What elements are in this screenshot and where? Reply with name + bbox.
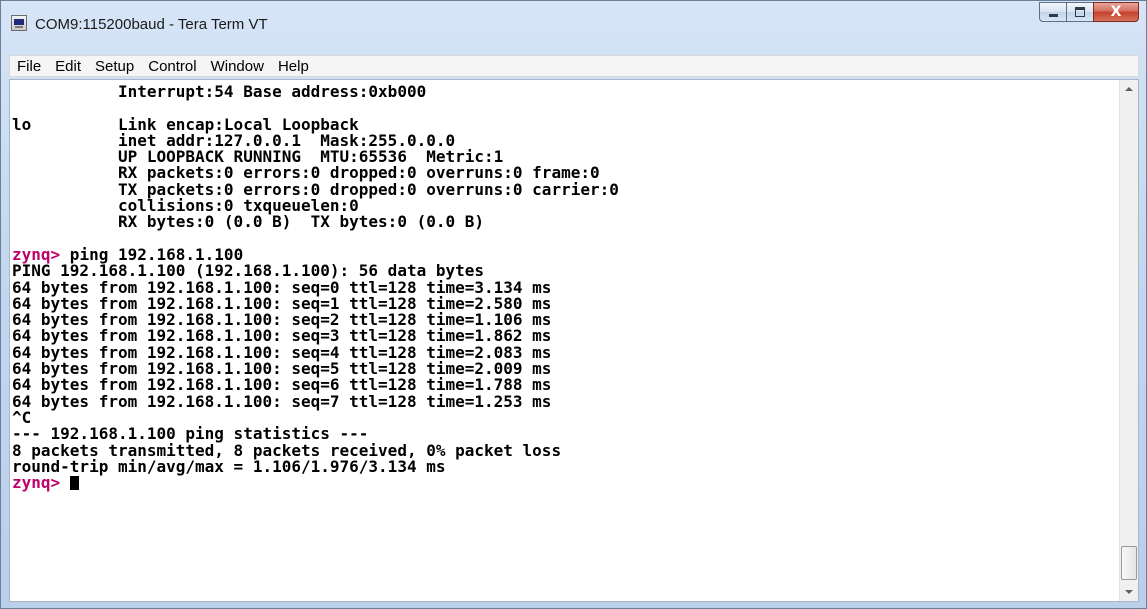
scroll-up-arrow-icon xyxy=(1125,87,1133,91)
terminal-line: zynq> xyxy=(12,473,1117,493)
menu-bar: File Edit Setup Control Window Help xyxy=(9,55,1139,77)
terminal-area[interactable]: Interrupt:54 Base address:0xb000 lo Link … xyxy=(9,79,1139,602)
scrollbar-thumb[interactable] xyxy=(1121,546,1137,580)
title-bar[interactable]: COM9:115200baud - Tera Term VT X xyxy=(1,1,1146,52)
maximize-icon xyxy=(1075,7,1085,17)
terminal-line-text: round-trip min/avg/max = 1.106/1.976/3.1… xyxy=(12,456,446,476)
window-title: COM9:115200baud - Tera Term VT xyxy=(35,16,268,33)
text-cursor xyxy=(69,476,79,491)
menu-control[interactable]: Control xyxy=(141,58,203,75)
terminal-line: RX bytes:0 (0.0 B) TX bytes:0 (0.0 B) xyxy=(12,214,1117,230)
terminal-line-text: 64 bytes from 192.168.1.100: seq=7 ttl=1… xyxy=(12,391,552,411)
terminal-line-text: RX bytes:0 (0.0 B) TX bytes:0 (0.0 B) xyxy=(12,212,485,232)
terminal-line-text: Interrupt:54 Base address:0xb000 xyxy=(12,82,427,101)
close-icon: X xyxy=(1110,4,1122,20)
terminal-output: Interrupt:54 Base address:0xb000 lo Link … xyxy=(12,82,1117,493)
menu-edit[interactable]: Edit xyxy=(48,58,88,75)
tera-term-window: COM9:115200baud - Tera Term VT X File Ed… xyxy=(0,0,1147,609)
scroll-down-button[interactable] xyxy=(1120,583,1138,601)
terminal-line-text xyxy=(60,473,70,492)
maximize-button[interactable] xyxy=(1066,2,1093,22)
close-button[interactable]: X xyxy=(1093,2,1139,22)
vertical-scrollbar[interactable] xyxy=(1119,80,1138,601)
scroll-up-button[interactable] xyxy=(1120,80,1138,98)
menu-setup[interactable]: Setup xyxy=(88,58,141,75)
terminal-line: round-trip min/avg/max = 1.106/1.976/3.1… xyxy=(12,456,1117,476)
menu-file[interactable]: File xyxy=(10,58,48,75)
menu-window[interactable]: Window xyxy=(204,58,271,75)
terminal-line: 64 bytes from 192.168.1.100: seq=7 ttl=1… xyxy=(12,391,1117,411)
minimize-button[interactable] xyxy=(1039,2,1066,22)
minimize-icon xyxy=(1048,13,1058,17)
tera-term-app-icon[interactable] xyxy=(11,15,27,31)
terminal-line: Interrupt:54 Base address:0xb000 xyxy=(12,82,1117,101)
shell-prompt: zynq> xyxy=(12,473,61,493)
caption-buttons: X xyxy=(1039,2,1139,22)
menu-help[interactable]: Help xyxy=(271,58,316,75)
scroll-down-arrow-icon xyxy=(1125,590,1133,594)
